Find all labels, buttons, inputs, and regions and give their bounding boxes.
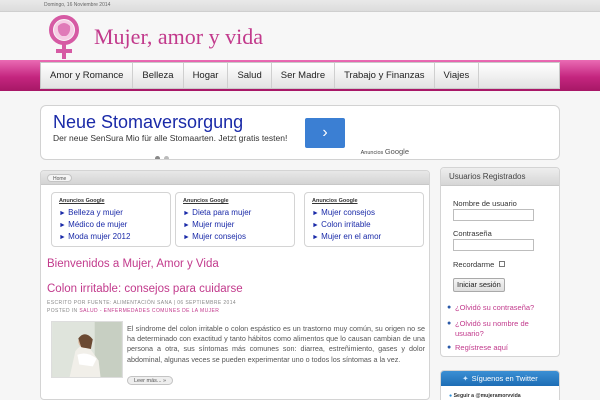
bullet-icon: ●: [447, 304, 452, 311]
bullet-icon: ●: [447, 344, 452, 351]
arrow-right-icon: ►: [183, 222, 190, 229]
arrow-right-icon: ►: [59, 210, 66, 217]
ad-link-box-2: Anuncios Google ► Dieta para mujer ► Muj…: [175, 192, 295, 247]
ad-link[interactable]: ► Mujer consejos: [312, 207, 416, 219]
ad-provider-prefix: Anuncios: [360, 150, 384, 156]
arrow-right-icon: ►: [183, 234, 190, 241]
ad-link[interactable]: ► Colon irritable: [312, 219, 416, 231]
login-widget: Usuarios Registrados Nombre de usuario C…: [440, 167, 560, 357]
ad-dot-2[interactable]: [164, 156, 169, 159]
ad-description[interactable]: Der neue SenSura Mio für alle Stomaarten…: [53, 133, 303, 153]
twitter-widget: ✦ Síguenos en Twitter ● Seguir a @mujeram…: [440, 370, 560, 400]
post-meta: Escrito por Fuente: Alimentación Sana | …: [47, 299, 236, 315]
login-button[interactable]: Iniciar sesión: [453, 278, 505, 292]
ad-link[interactable]: ► Belleza y mujer: [59, 207, 163, 219]
twitter-heading: ✦ Síguenos en Twitter: [441, 371, 559, 386]
remember-checkbox[interactable]: [499, 261, 505, 267]
ad-link-box-title[interactable]: Anuncios Google: [59, 198, 163, 204]
ad-link[interactable]: ► Dieta para mujer: [183, 207, 287, 219]
arrow-right-icon: ►: [312, 222, 319, 229]
nav-item-viajes[interactable]: Viajes: [435, 63, 480, 88]
main-content: Home Anuncios Google ► Belleza y mujer ►…: [40, 170, 430, 400]
ad-link[interactable]: ► Moda mujer 2012: [59, 231, 163, 243]
post-category-link[interactable]: Salud - Enfermedades comunes de la mujer: [79, 308, 219, 314]
ad-arrow-button[interactable]: ›: [305, 118, 345, 148]
read-more-button[interactable]: Leer más... »: [127, 376, 174, 385]
post-categories: Posted in Salud - Enfermedades comunes d…: [47, 308, 220, 314]
arrow-right-icon: ►: [59, 222, 66, 229]
ad-banner[interactable]: Neue Stomaversorgung Der neue SenSura Mi…: [40, 105, 560, 160]
ad-link-box-title[interactable]: Anuncios Google: [312, 198, 416, 204]
remember-label: Recordarme: [453, 260, 495, 269]
nav-item-trabajo-y-finanzas[interactable]: Trabajo y Finanzas: [335, 63, 435, 88]
ad-link[interactable]: ► Mujer consejos: [183, 231, 287, 243]
post-excerpt: El síndrome del colon irritable o colon …: [127, 324, 425, 364]
welcome-heading: Bienvenidos a Mujer, Amor y Vida: [47, 258, 219, 270]
nav-item-amor-y-romance[interactable]: Amor y Romance: [41, 63, 134, 88]
ad-provider-label[interactable]: Anuncios Google: [361, 147, 409, 156]
forgot-username-link[interactable]: ● ¿Olvidó su nombre de usuario?: [447, 319, 555, 339]
top-bar: Domingo, 16 Noviembre 2014: [0, 0, 600, 12]
chevron-right-icon: »: [163, 378, 167, 384]
nav-item-salud[interactable]: Salud: [228, 63, 272, 88]
username-label: Nombre de usuario: [453, 199, 517, 208]
register-link[interactable]: ● Regístrese aquí: [447, 343, 555, 353]
password-label: Contraseña: [453, 229, 492, 238]
nav-item-belleza[interactable]: Belleza: [133, 63, 184, 88]
ad-link[interactable]: ► Mujer en el amor: [312, 231, 416, 243]
ad-pagination: [155, 148, 173, 159]
twitter-bird-icon: ✦: [462, 374, 469, 383]
ad-dot-1[interactable]: [155, 156, 160, 159]
arrow-right-icon: ►: [59, 234, 66, 241]
bullet-icon: ●: [447, 320, 452, 327]
login-heading: Usuarios Registrados: [441, 168, 559, 186]
breadcrumb-home[interactable]: Home: [47, 174, 73, 182]
breadcrumb: Home: [41, 171, 429, 185]
ad-link-box-1: Anuncios Google ► Belleza y mujer ► Médi…: [51, 192, 171, 247]
nav-item-ser-madre[interactable]: Ser Madre: [272, 63, 336, 88]
username-input[interactable]: [453, 209, 534, 221]
ad-link-box-3: Anuncios Google ► Mujer consejos ► Colon…: [304, 192, 424, 247]
current-date: Domingo, 16 Noviembre 2014: [44, 2, 111, 8]
female-symbol-icon[interactable]: [44, 15, 84, 61]
post-title-link[interactable]: Colon irritable: consejos para cuidarse: [47, 283, 243, 295]
ad-link[interactable]: ► Médico de mujer: [59, 219, 163, 231]
site-title[interactable]: Mujer, amor y vida: [94, 24, 263, 50]
main-navigation: Amor y Romance Belleza Hogar Salud Ser M…: [40, 62, 560, 89]
site-header: [0, 12, 600, 60]
password-input[interactable]: [453, 239, 534, 251]
twitter-logo-icon: ●: [449, 393, 453, 399]
ad-link-box-title[interactable]: Anuncios Google: [183, 198, 287, 204]
post-author-date: Escrito por Fuente: Alimentación Sana | …: [47, 300, 237, 306]
nav-item-hogar[interactable]: Hogar: [184, 63, 229, 88]
forgot-password-link[interactable]: ● ¿Olvidó su contraseña?: [447, 303, 555, 313]
arrow-right-icon: ►: [183, 210, 190, 217]
ad-link[interactable]: ► Mujer mujer: [183, 219, 287, 231]
post-thumbnail[interactable]: [51, 321, 123, 378]
arrow-right-icon: ►: [312, 234, 319, 241]
twitter-follow-button[interactable]: ● Seguir a @mujeramorvvida: [449, 393, 521, 399]
ad-title[interactable]: Neue Stomaversorgung: [53, 112, 243, 133]
arrow-right-icon: ►: [312, 210, 319, 217]
ad-provider-name: Google: [384, 147, 409, 156]
